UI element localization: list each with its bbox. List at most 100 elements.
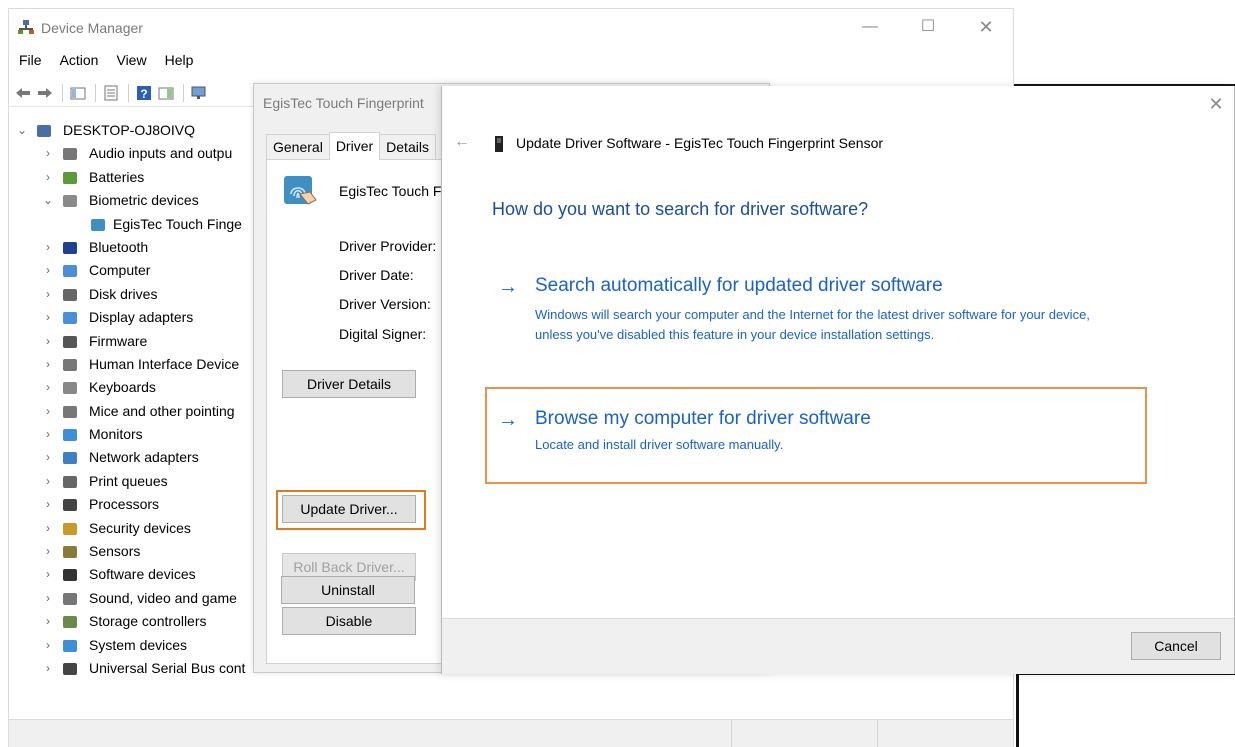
chevron-right-icon[interactable]: › xyxy=(41,517,55,539)
chevron-right-icon[interactable]: › xyxy=(41,610,55,632)
tree-item-label: Batteries xyxy=(89,168,145,185)
tree-item[interactable]: › Keyboards xyxy=(9,376,254,399)
tab-general[interactable]: General xyxy=(266,134,330,160)
chevron-right-icon[interactable]: › xyxy=(41,283,55,305)
tree-item[interactable]: › Human Interface Device xyxy=(9,353,254,376)
tree-item[interactable]: › Display adapters xyxy=(9,306,254,329)
tree-item[interactable]: › Sensors xyxy=(9,540,254,563)
hid-icon xyxy=(63,358,77,371)
dialog-header: Update Driver Software - EgisTec Touch F… xyxy=(516,135,884,151)
root-computer-icon xyxy=(37,125,51,137)
tree-item[interactable]: › Network adapters xyxy=(9,446,254,469)
back-button[interactable] xyxy=(13,83,33,103)
chevron-right-icon[interactable]: › xyxy=(41,142,55,164)
tab-driver[interactable]: Driver xyxy=(328,132,381,160)
menu-help[interactable]: Help xyxy=(156,49,203,73)
chevron-right-icon[interactable]: › xyxy=(41,540,55,562)
driver-date-label: Driver Date: xyxy=(339,267,414,283)
properties-tabs: General Driver Details xyxy=(266,132,436,160)
back-button[interactable]: ← xyxy=(452,133,472,151)
fingerprint-sensor-icon xyxy=(284,176,317,205)
tree-item[interactable]: EgisTec Touch Finge xyxy=(9,213,254,236)
tree-item[interactable]: › Software devices xyxy=(9,563,254,586)
chevron-right-icon[interactable]: › xyxy=(41,236,55,258)
tree-item[interactable]: › Storage controllers xyxy=(9,610,254,633)
speaker-icon xyxy=(63,592,77,605)
cancel-button[interactable]: Cancel xyxy=(1131,632,1221,660)
disable-button[interactable]: Disable xyxy=(282,607,416,635)
tree-item[interactable]: › Universal Serial Bus cont xyxy=(9,657,254,680)
tree-item[interactable]: › Sound, video and game xyxy=(9,587,254,610)
tree-item-label: Storage controllers xyxy=(89,613,207,630)
close-button[interactable]: ✕ xyxy=(963,13,1009,41)
menu-view[interactable]: View xyxy=(107,49,155,73)
chevron-right-icon[interactable]: › xyxy=(41,376,55,398)
properties-button[interactable] xyxy=(101,83,121,103)
chevron-right-icon[interactable]: › xyxy=(41,563,55,585)
tree-item[interactable]: › Security devices xyxy=(9,517,254,540)
action-pane-icon xyxy=(158,87,174,99)
show-hide-console-button[interactable] xyxy=(68,83,88,103)
battery-icon xyxy=(63,171,77,184)
chevron-right-icon[interactable]: › xyxy=(41,330,55,352)
toolbar: ? xyxy=(9,79,259,107)
tree-item[interactable]: › Computer xyxy=(9,259,254,282)
close-dialog-button[interactable]: ✕ xyxy=(1204,92,1228,116)
browse-my-computer-option[interactable]: → Browse my computer for driver software… xyxy=(498,408,1098,464)
scan-hardware-button[interactable] xyxy=(189,83,209,103)
back-arrow-icon xyxy=(16,87,30,98)
chevron-right-icon[interactable]: › xyxy=(41,634,55,656)
chevron-right-icon[interactable]: › xyxy=(41,423,55,445)
tree-item-label: Display adapters xyxy=(89,309,194,326)
chevron-right-icon[interactable]: › xyxy=(41,259,55,281)
chevron-right-icon[interactable]: › xyxy=(41,400,55,422)
chevron-down-icon[interactable]: ⌄ xyxy=(15,119,29,141)
tab-details[interactable]: Details xyxy=(379,134,436,160)
tree-item-label: EgisTec Touch Finge xyxy=(113,215,242,232)
tree-item[interactable]: › Mice and other pointing xyxy=(9,400,254,423)
tree-item-label: Audio inputs and outpu xyxy=(89,145,233,162)
tree-item[interactable]: › Processors xyxy=(9,493,254,516)
network-adapter-icon xyxy=(63,452,77,465)
update-driver-button[interactable]: Update Driver... xyxy=(282,495,416,523)
chevron-right-icon[interactable]: › xyxy=(41,353,55,375)
tree-item-label: Sensors xyxy=(89,543,141,560)
tree-item[interactable]: › Audio inputs and outpu xyxy=(9,142,254,165)
menu-action[interactable]: Action xyxy=(51,49,108,73)
disk-drive-icon xyxy=(63,288,77,301)
minimize-button[interactable]: — xyxy=(847,13,893,41)
search-automatically-option[interactable]: → Search automatically for updated drive… xyxy=(498,275,1098,365)
tree-item[interactable]: › Firmware xyxy=(9,330,254,353)
forward-button[interactable] xyxy=(35,83,55,103)
chevron-right-icon[interactable]: › xyxy=(41,587,55,609)
chevron-right-icon[interactable]: › xyxy=(41,306,55,328)
help-icon: ? xyxy=(137,85,151,101)
status-cell xyxy=(731,720,732,747)
tree-item[interactable]: › Bluetooth xyxy=(9,236,254,259)
tree-root[interactable]: ⌄ DESKTOP-OJ8OIVQ xyxy=(9,119,254,142)
monitor-scan-icon xyxy=(191,86,206,99)
chevron-down-icon[interactable]: ⌄ xyxy=(41,189,55,211)
tree-item[interactable]: › Print queues xyxy=(9,470,254,493)
chevron-right-icon[interactable]: › xyxy=(41,446,55,468)
tree-item[interactable]: › Batteries xyxy=(9,166,254,189)
tree-item[interactable]: ⌄ Biometric devices xyxy=(9,189,254,212)
device-manager-titlebar[interactable]: Device Manager — ☐ ✕ xyxy=(9,9,1013,45)
chevron-right-icon[interactable]: › xyxy=(41,166,55,188)
chevron-right-icon[interactable]: › xyxy=(41,470,55,492)
computer-icon xyxy=(63,265,77,278)
driver-details-button[interactable]: Driver Details xyxy=(282,370,416,398)
maximize-button[interactable]: ☐ xyxy=(905,13,951,41)
tree-item[interactable]: › Monitors xyxy=(9,423,254,446)
chevron-right-icon[interactable]: › xyxy=(41,657,55,679)
menu-bar: File Action View Help xyxy=(9,49,202,73)
toolbar-separator xyxy=(62,83,63,102)
tree-item[interactable]: › System devices xyxy=(9,634,254,657)
uninstall-button[interactable]: Uninstall xyxy=(281,576,415,604)
action-pane-button[interactable] xyxy=(156,83,176,103)
help-button[interactable]: ? xyxy=(134,83,154,103)
menu-file[interactable]: File xyxy=(9,49,51,73)
chevron-right-icon[interactable]: › xyxy=(41,493,55,515)
tree-item[interactable]: › Disk drives xyxy=(9,283,254,306)
processor-icon xyxy=(63,499,77,512)
